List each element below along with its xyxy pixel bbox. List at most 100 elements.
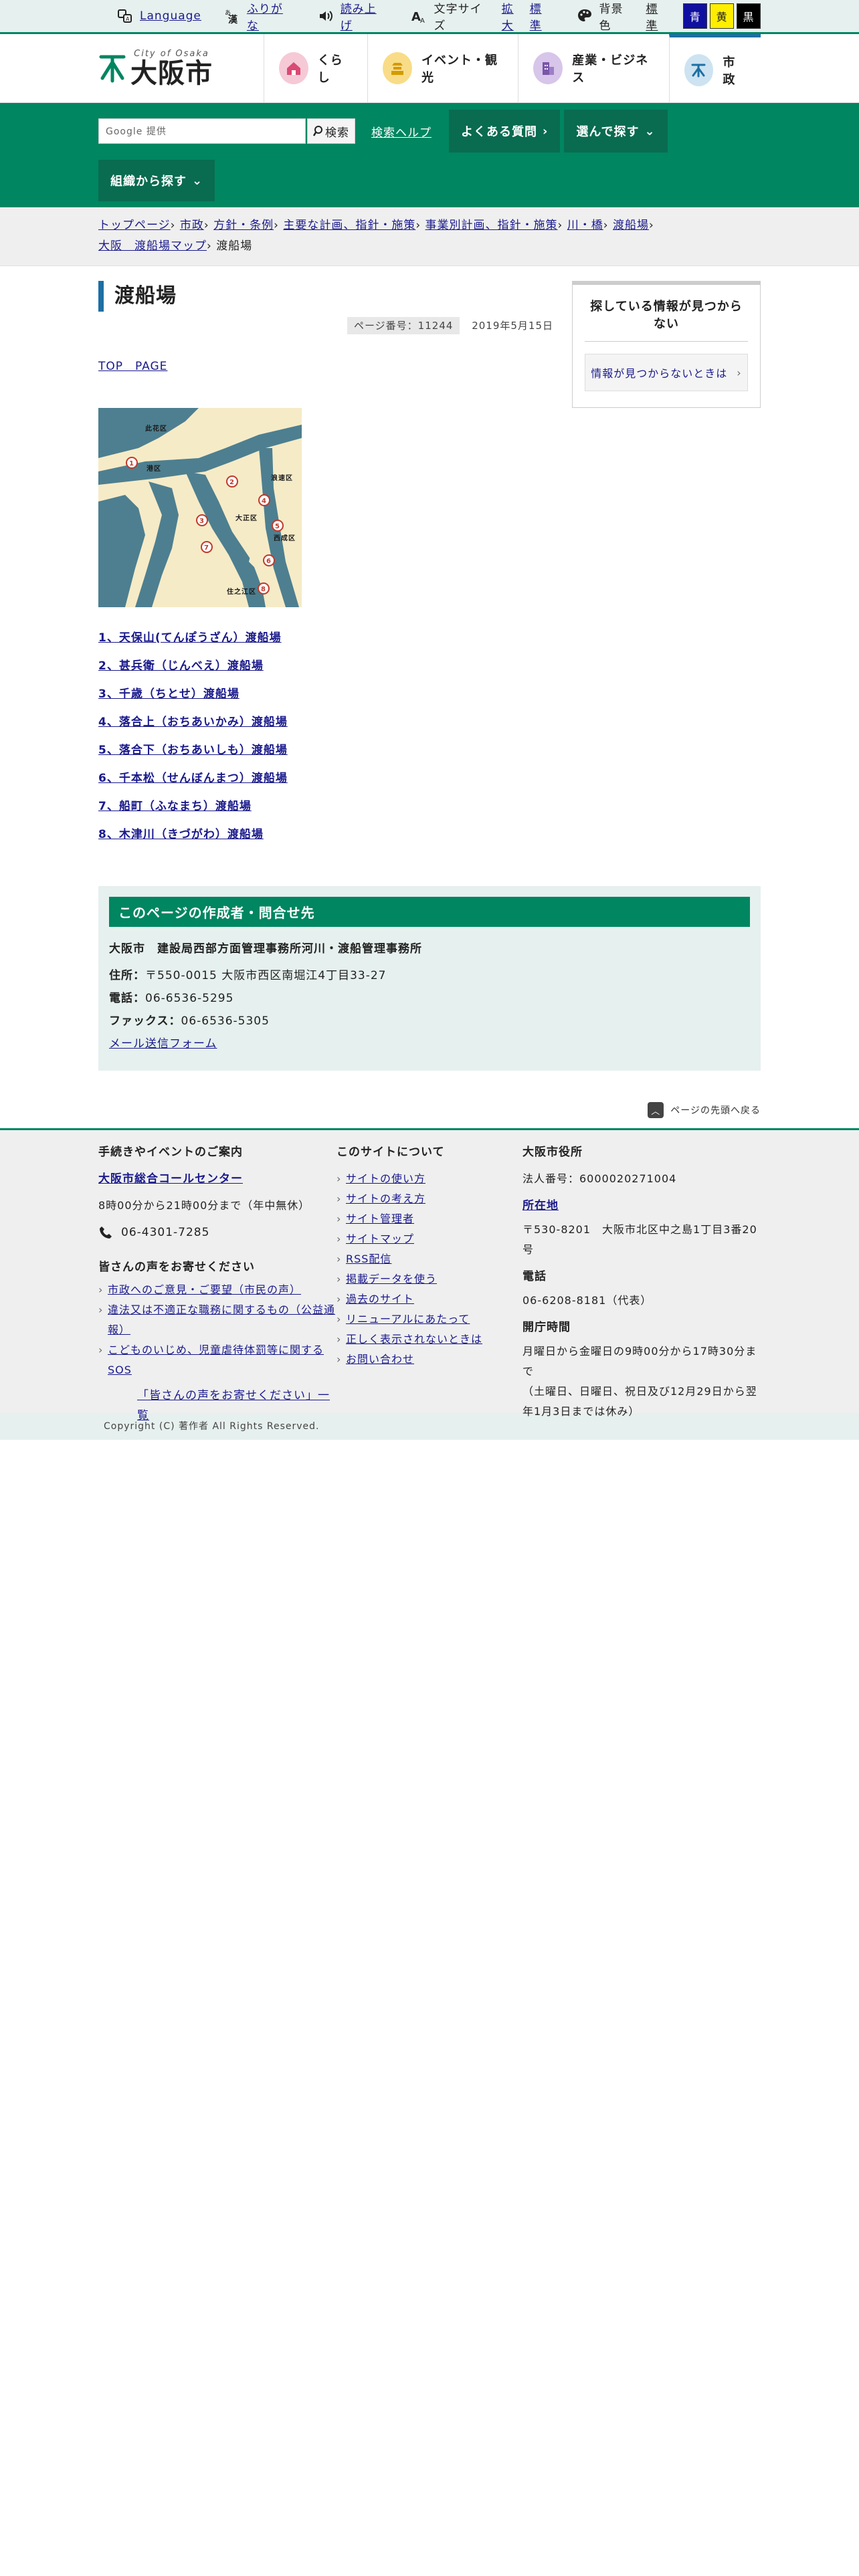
page-meta: ページ番号：11244 2019年5月15日 — [98, 317, 553, 334]
language-link[interactable]: Language — [140, 9, 201, 23]
footer-site-link[interactable]: RSS配信 — [346, 1253, 391, 1265]
footer-site-link[interactable]: サイト管理者 — [346, 1212, 414, 1225]
not-found-title: 探している情報が見つからない — [585, 297, 748, 342]
gnav-item-city[interactable]: 市政 — [668, 34, 761, 102]
faq-button[interactable]: よくある質問 › — [449, 110, 561, 152]
furigana-item[interactable]: あ漢 ふりがな — [224, 0, 299, 33]
bg-yellow-button[interactable]: 黄 — [710, 3, 735, 29]
footer-site-link[interactable]: お問い合わせ — [346, 1353, 414, 1366]
list-item: サイト管理者 — [337, 1209, 522, 1229]
org-search-button[interactable]: 組織から探す ⌄ — [98, 160, 215, 201]
logo-ja-text: 大阪市 — [130, 58, 213, 89]
footer-col-guide: 手続きやイベントのご案内 大阪市総合コールセンター 8時00分から21時00分ま… — [98, 1142, 337, 1426]
breadcrumb-item[interactable]: 事業別計画、指針・施策 — [425, 219, 558, 232]
list-item: こどものいじめ、児童虐待体罰等に関するSOS — [98, 1340, 337, 1380]
footer-site-link[interactable]: 過去のサイト — [346, 1293, 414, 1305]
voice-link-3[interactable]: こどものいじめ、児童虐待体罰等に関するSOS — [108, 1344, 324, 1376]
search-help-link[interactable]: 検索ヘルプ — [371, 123, 432, 140]
gnav-item-events[interactable]: イベント・観光 — [367, 34, 518, 102]
footer-col-cityhall: 大阪市役所 法人番号：6000020271004 所在地 〒530-8201 大… — [522, 1142, 761, 1426]
footer-site-link[interactable]: 正しく表示されないときは — [346, 1333, 482, 1346]
choose-search-label: 選んで探す — [576, 125, 640, 139]
breadcrumb-item[interactable]: 川・橋 — [567, 219, 603, 232]
font-size-control: AA 文字サイズ 拡大 標準 — [411, 0, 557, 33]
footer-col2-title: このサイトについて — [337, 1146, 445, 1159]
font-standard-link[interactable]: 標準 — [530, 0, 554, 33]
ferry-list: 1、天保山(てんぽうざん）渡船場 2、甚兵衛（じんべえ）渡船場 3、千歳（ちとせ… — [98, 624, 553, 849]
furigana-link[interactable]: ふりがな — [247, 0, 295, 33]
ferry-link-6[interactable]: 6、千本松（せんぼんまつ）渡船場 — [98, 772, 288, 785]
voice-link-1[interactable]: 市政へのご意見・ご要望（市民の声） — [108, 1283, 301, 1296]
breadcrumb-item[interactable]: 渡船場 — [613, 219, 649, 232]
read-aloud-item[interactable]: 読み上げ — [318, 0, 393, 33]
ferry-link-8[interactable]: 8、木津川（きづがわ）渡船場 — [98, 828, 264, 841]
search-button[interactable]: 検索 — [307, 118, 355, 144]
map-label-suminoe: 住之江区 — [227, 587, 256, 596]
site-logo[interactable]: City of Osaka 大阪市 — [98, 34, 264, 102]
contact-name: 大阪市 建設局西部方面管理事務所河川・渡船管理事務所 — [109, 942, 422, 956]
breadcrumb-item[interactable]: 大阪 渡船場マップ — [98, 239, 207, 253]
global-nav: くらし イベント・観光 産業・ビジネス 市政 — [263, 34, 761, 102]
svg-text:5: 5 — [275, 523, 280, 530]
not-found-box: 探している情報が見つからない 情報が見つからないときは › — [572, 281, 761, 408]
font-large-link[interactable]: 拡大 — [502, 0, 526, 33]
gnav-label-events: イベント・観光 — [421, 53, 498, 85]
gnav-item-business[interactable]: 産業・ビジネス — [518, 34, 668, 102]
org-search-label: 組織から探す — [110, 175, 187, 189]
bg-black-button[interactable]: 黒 — [737, 3, 761, 29]
top-page-link[interactable]: TOP PAGE — [98, 356, 553, 373]
breadcrumb-item[interactable]: トップページ — [98, 219, 171, 232]
footer-site-link[interactable]: サイトの使い方 — [346, 1172, 425, 1185]
contact-box: このページの作成者・問合せ先 大阪市 建設局西部方面管理事務所河川・渡船管理事務… — [98, 886, 761, 1071]
logo-en-text: City of Osaka — [134, 48, 209, 59]
choose-search-button[interactable]: 選んで探す ⌄ — [564, 110, 668, 152]
ferry-link-2[interactable]: 2、甚兵衛（じんべえ）渡船場 — [98, 659, 264, 673]
ferry-link-3[interactable]: 3、千歳（ちとせ）渡船場 — [98, 687, 240, 701]
contact-mail-link[interactable]: メール送信フォーム — [109, 1037, 217, 1051]
list-item: サイトの使い方 — [337, 1169, 522, 1189]
ferry-link-4[interactable]: 4、落合上（おちあいかみ）渡船場 — [98, 716, 288, 729]
list-item: サイトの考え方 — [337, 1189, 522, 1209]
footer-site-link[interactable]: リニューアルにあたって — [346, 1313, 470, 1325]
callcenter-link[interactable]: 大阪市総合コールセンター — [98, 1172, 243, 1186]
breadcrumb-separator-icon: › — [274, 219, 279, 232]
font-size-label: 文字サイズ — [434, 3, 482, 33]
bg-standard-link[interactable]: 標準 — [646, 0, 670, 33]
faq-label: よくある質問 — [461, 125, 537, 139]
ferry-link-7[interactable]: 7、船町（ふなまち）渡船場 — [98, 800, 252, 813]
ferry-link-1[interactable]: 1、天保山(てんぽうざん）渡船場 — [98, 631, 282, 645]
contact-fax: ファックス：06-6536-5305 — [109, 1012, 750, 1031]
svg-text:2: 2 — [229, 479, 235, 486]
footer-site-link[interactable]: 掲載データを使う — [346, 1273, 437, 1285]
page-top-link[interactable]: ︿ ページの先頭へ戻る — [98, 1099, 761, 1121]
footer-col3-title: 大阪市役所 — [522, 1146, 583, 1159]
search-input[interactable]: Google 提供 — [98, 118, 306, 144]
ferry-map-image[interactable]: 此花区 港区 浪速区 大正区 西成区 住之江区 1 2 3 4 5 6 7 8 — [98, 408, 302, 607]
gnav-item-living[interactable]: くらし — [263, 34, 367, 102]
phone-icon — [100, 1226, 112, 1239]
not-found-button[interactable]: 情報が見つからないときは › — [585, 354, 748, 391]
language-item[interactable]: A Language — [117, 8, 205, 24]
breadcrumb-item[interactable]: 主要な計画、指針・施策 — [283, 219, 415, 232]
read-aloud-link[interactable]: 読み上げ — [341, 0, 389, 33]
footer-site-link[interactable]: サイトの考え方 — [346, 1192, 425, 1205]
footer-site-link[interactable]: サイトマップ — [346, 1232, 414, 1245]
list-item: リニューアルにあたって — [337, 1309, 522, 1329]
list-item: 過去のサイト — [337, 1289, 522, 1309]
ferry-link-5[interactable]: 5、落合下（おちあいしも）渡船場 — [98, 744, 288, 757]
breadcrumb-item[interactable]: 方針・条例 — [213, 219, 274, 232]
gnav-label-city: 市政 — [723, 55, 736, 87]
svg-text:1: 1 — [129, 460, 134, 467]
location-link[interactable]: 所在地 — [522, 1196, 761, 1216]
gnav-label-living: くらし — [317, 53, 343, 85]
voice-link-2[interactable]: 違法又は不適正な職務に関するもの（公益通報） — [108, 1303, 335, 1336]
callcenter-phone: 06-4301-7285 — [98, 1222, 337, 1243]
breadcrumb-separator-icon: › — [415, 219, 421, 232]
list-item: 1、天保山(てんぽうざん）渡船場 — [98, 624, 553, 652]
page-title: 渡船場 — [98, 281, 553, 312]
speaker-icon — [318, 8, 334, 24]
gnav-label-business: 産業・ビジネス — [572, 53, 649, 85]
bg-blue-button[interactable]: 青 — [683, 3, 708, 29]
breadcrumb-item[interactable]: 市政 — [180, 219, 204, 232]
contact-address: 住所：〒550-0015 大阪市西区南堀江4丁目33-27 — [109, 966, 750, 985]
